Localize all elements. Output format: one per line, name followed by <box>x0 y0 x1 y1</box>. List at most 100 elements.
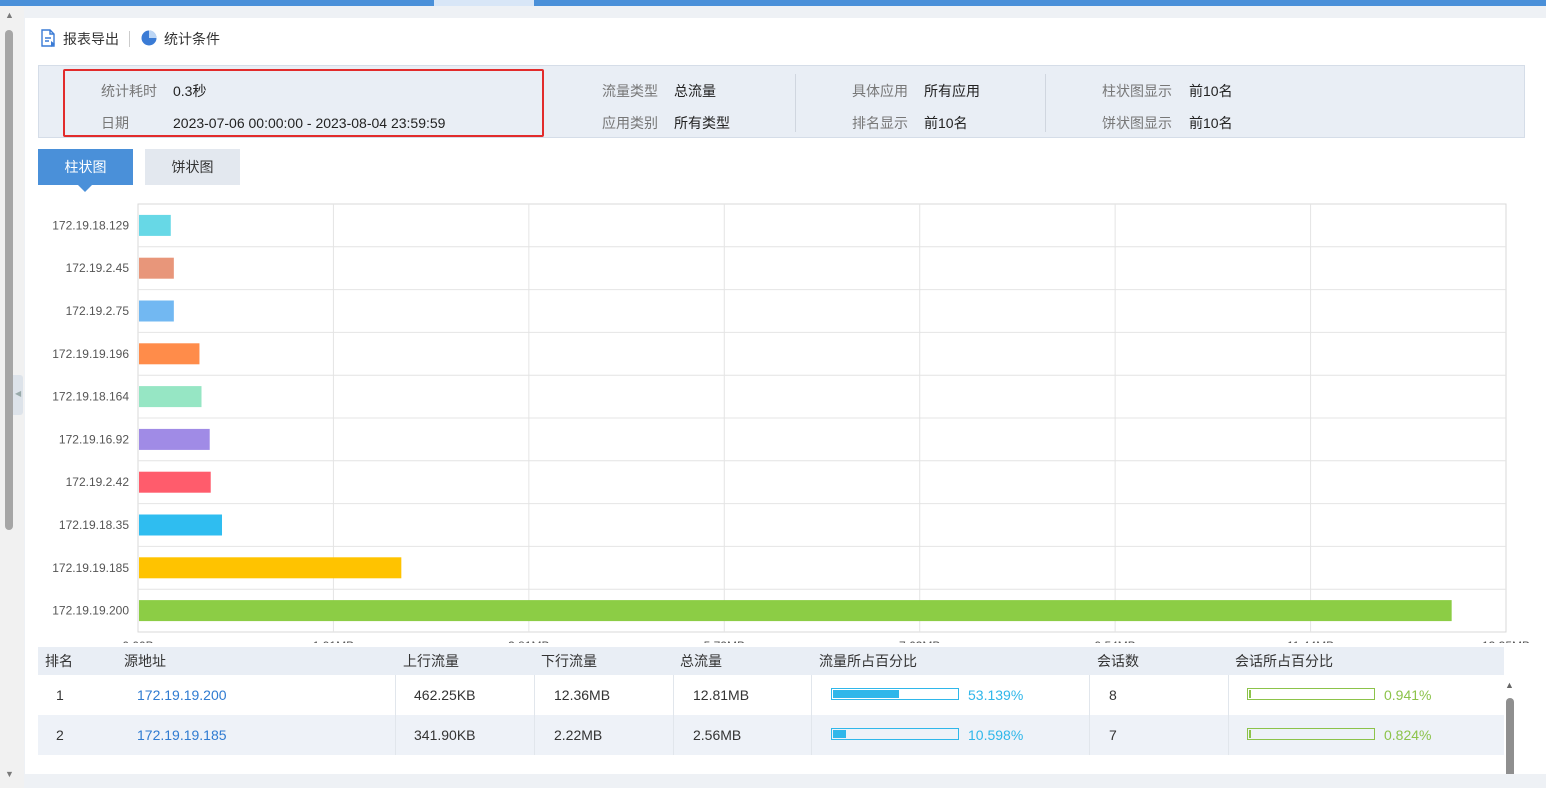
traffic-type-label: 流量类型 <box>602 83 658 99</box>
column-header-download[interactable]: 下行流量 <box>541 647 597 675</box>
x-tick-label: 0.00B <box>122 639 153 643</box>
pie-display-value: 前10名 <box>1189 115 1233 131</box>
bar-display-label: 柱状图显示 <box>1102 83 1172 99</box>
session-percent-bar <box>1247 688 1375 700</box>
tab-pie-chart-label: 饼状图 <box>171 159 214 175</box>
tab-pie-chart[interactable]: 饼状图 <box>145 149 240 185</box>
cell-divider <box>673 675 674 715</box>
scrollbar-thumb[interactable] <box>5 30 13 530</box>
table-row[interactable]: 2 172.19.19.185 341.90KB 2.22MB 2.56MB 1… <box>38 715 1504 755</box>
pie-display-label: 饼状图显示 <box>1102 115 1172 131</box>
chart-tabs: 柱状图 饼状图 <box>38 149 240 192</box>
cell-divider <box>1228 715 1229 755</box>
y-category-label: 172.19.2.42 <box>66 475 130 489</box>
traffic-bar-chart: 0.00B 1.91MB 3.81MB 5.72MB 7.63MB 9.54MB 11.44… <box>52 203 1530 643</box>
column-header-total[interactable]: 总流量 <box>680 647 722 675</box>
source-ip-link[interactable]: 172.19.19.200 <box>137 675 227 715</box>
pie-chart-icon <box>140 29 158 50</box>
export-report-button[interactable]: 报表导出 <box>39 28 119 50</box>
traffic-type-value: 总流量 <box>674 83 716 99</box>
column-header-source[interactable]: 源地址 <box>124 647 166 675</box>
y-category-label: 172.19.16.92 <box>59 432 129 446</box>
sessions-cell: 7 <box>1109 727 1117 743</box>
tab-bar-chart-label: 柱状图 <box>64 159 107 175</box>
export-report-label: 报表导出 <box>63 31 119 47</box>
pie-display-row: 饼状图显示 前10名 <box>1102 113 1233 133</box>
y-category-label: 172.19.18.164 <box>52 390 129 404</box>
traffic-percent-text: 10.598% <box>968 727 1024 743</box>
cell-divider <box>811 715 812 755</box>
x-tick-label: 11.44MB <box>1287 639 1334 643</box>
y-category-label: 172.19.19.200 <box>52 604 129 618</box>
table-row[interactable]: 1 172.19.19.200 462.25KB 12.36MB 12.81MB… <box>38 675 1504 715</box>
bar <box>139 428 210 450</box>
chevron-left-icon: ◀ <box>15 389 22 398</box>
highlight-annotation-box <box>63 69 544 137</box>
report-panel: 报表导出 统计条件 统计耗时 0.3秒 日期 2023-07-06 00:00:00… <box>25 18 1546 774</box>
total-cell: 12.81MB <box>693 687 750 703</box>
app-category-value: 所有类型 <box>674 115 730 131</box>
bar <box>139 557 402 579</box>
x-tick-label: 13.35MB <box>1482 639 1530 643</box>
traffic-percent-bar <box>831 688 959 700</box>
active-tab-indicator[interactable] <box>434 0 534 6</box>
upload-cell: 341.90KB <box>414 727 476 743</box>
toolbar: 报表导出 统计条件 <box>39 28 220 50</box>
cell-divider <box>534 675 535 715</box>
table-scrollbar-thumb[interactable] <box>1506 698 1514 774</box>
x-tick-label: 3.81MB <box>508 639 549 643</box>
cell-divider <box>395 715 396 755</box>
app-row: 具体应用 所有应用 <box>852 81 980 101</box>
scroll-up-icon[interactable]: ▲ <box>5 10 14 20</box>
x-tick-label: 5.72MB <box>704 639 745 643</box>
source-ip-link[interactable]: 172.19.19.185 <box>137 715 227 755</box>
bar <box>139 471 211 493</box>
column-header-upload[interactable]: 上行流量 <box>403 647 459 675</box>
scroll-down-icon[interactable]: ▼ <box>5 769 14 779</box>
traffic-percent-fill <box>833 730 846 738</box>
scroll-up-icon[interactable]: ▲ <box>1505 680 1514 690</box>
session-percent-text: 0.941% <box>1384 687 1432 703</box>
tab-bar-chart[interactable]: 柱状图 <box>38 149 133 192</box>
total-cell: 2.56MB <box>693 727 742 743</box>
column-header-sessions[interactable]: 会话数 <box>1097 647 1139 675</box>
traffic-percent-bar <box>831 728 959 740</box>
sessions-cell: 8 <box>1109 687 1117 703</box>
table-scrollbar[interactable]: ▲ <box>1503 678 1517 774</box>
export-document-icon <box>39 28 57 50</box>
statistics-conditions-button[interactable]: 统计条件 <box>140 29 220 50</box>
y-category-label: 172.19.19.196 <box>52 347 129 361</box>
y-category-label: 172.19.2.75 <box>66 304 130 318</box>
rank-display-value: 前10名 <box>924 115 968 131</box>
rank-cell: 1 <box>56 687 64 703</box>
x-tick-label: 7.63MB <box>899 639 940 643</box>
bar <box>139 300 174 322</box>
cell-divider <box>1089 675 1090 715</box>
rank-cell: 2 <box>56 727 64 743</box>
toolbar-divider <box>129 31 130 47</box>
x-tick-label: 1.91MB <box>313 639 354 643</box>
x-tick-label: 9.54MB <box>1094 639 1135 643</box>
traffic-type-row: 流量类型 总流量 <box>602 81 716 101</box>
bar-display-row: 柱状图显示 前10名 <box>1102 81 1233 101</box>
info-divider <box>795 74 796 132</box>
session-percent-fill <box>1249 730 1251 738</box>
bar <box>139 514 223 536</box>
info-divider <box>1045 74 1046 132</box>
app-category-label: 应用类别 <box>602 115 658 131</box>
upload-cell: 462.25KB <box>414 687 476 703</box>
traffic-percent-fill <box>833 690 899 698</box>
cell-divider <box>1228 675 1229 715</box>
cell-divider <box>395 675 396 715</box>
app-value: 所有应用 <box>924 83 980 99</box>
bar <box>139 257 174 279</box>
app-label: 具体应用 <box>852 83 908 99</box>
download-cell: 2.22MB <box>554 727 603 743</box>
table-header: 排名 源地址 上行流量 下行流量 总流量 流量所占百分比 会话数 会话所占百分比 <box>38 647 1504 675</box>
column-header-rank[interactable]: 排名 <box>45 647 73 675</box>
column-header-session-pct[interactable]: 会话所占百分比 <box>1235 647 1333 675</box>
cell-divider <box>534 715 535 755</box>
sidebar-collapse-handle[interactable]: ◀ <box>13 375 23 415</box>
column-header-traffic-pct[interactable]: 流量所占百分比 <box>819 647 917 675</box>
session-percent-bar <box>1247 728 1375 740</box>
